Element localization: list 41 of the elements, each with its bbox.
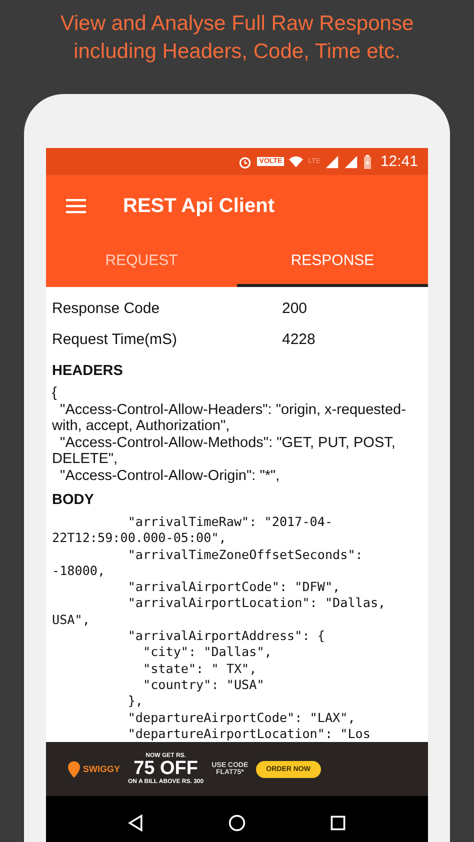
json-text-line: "city": "Dallas", (142, 644, 272, 660)
battery-icon (363, 154, 372, 168)
promo-caption: View and Analyse Full Raw Response including Headers, Code, Time etc. (59, 11, 415, 65)
pin-icon (68, 760, 80, 778)
alarm-icon (238, 154, 252, 168)
menu-icon[interactable] (66, 198, 86, 214)
app-title: REST Api Client (123, 194, 274, 218)
section-heading: BODY (52, 492, 95, 508)
recents-icon[interactable] (328, 814, 347, 832)
json-text-line: "arrivalAirportCode": "DFW", (126, 579, 340, 594)
header-text-line: { (52, 385, 57, 402)
json-text-line: "arrivalTimeZoneOffsetSeconds": (126, 546, 363, 562)
json-text-line: }, (126, 693, 143, 708)
json-text-line: "departureAirportCode": "LAX", (126, 710, 356, 725)
header-text-line: "Access-Control-Allow-Origin": "*", (59, 468, 280, 484)
json-text-line: -18000, (52, 562, 106, 578)
signal-icon (325, 154, 340, 168)
home-icon[interactable] (228, 814, 246, 832)
json-text-line: "country": "USA" (142, 676, 264, 692)
clock-time: 12:41 (380, 153, 418, 170)
field-label: Request Time(mS) (52, 331, 178, 348)
field-label: Response Code (52, 300, 161, 317)
offer-amount: 75 OFF (134, 759, 198, 780)
json-text-line: USA", (52, 612, 90, 627)
json-text-line: "departureAirportLocation": "Los (126, 726, 370, 741)
signal-icon (344, 154, 358, 168)
field-value: 4228 (282, 331, 316, 348)
wifi-icon (289, 154, 304, 168)
json-text-line: "arrivalTimeRaw": "2017-04- (126, 514, 333, 529)
field-value: 200 (282, 300, 308, 317)
brand-name: SWIGGY (83, 764, 120, 774)
json-text-line: 22T12:59:00.000-05:00", (52, 530, 226, 546)
header-text-line: "Access-Control-Allow-Headers": "origin, x-requested- (59, 402, 406, 418)
json-text-line: "arrivalAirportLocation": "Dallas, (126, 595, 386, 610)
json-text-line: "state": " TX", (142, 660, 257, 676)
header-text-line: "Access-Control-Allow-Methods": "GET, PUT, POST, (59, 434, 396, 451)
back-icon[interactable] (127, 814, 146, 832)
header-text-line: DELETE", (52, 451, 118, 468)
header-text-line: with, accept, Authorization", (52, 418, 230, 434)
section-heading: HEADERS (52, 363, 124, 379)
json-text-line: "arrivalAirportAddress": { (126, 628, 325, 644)
